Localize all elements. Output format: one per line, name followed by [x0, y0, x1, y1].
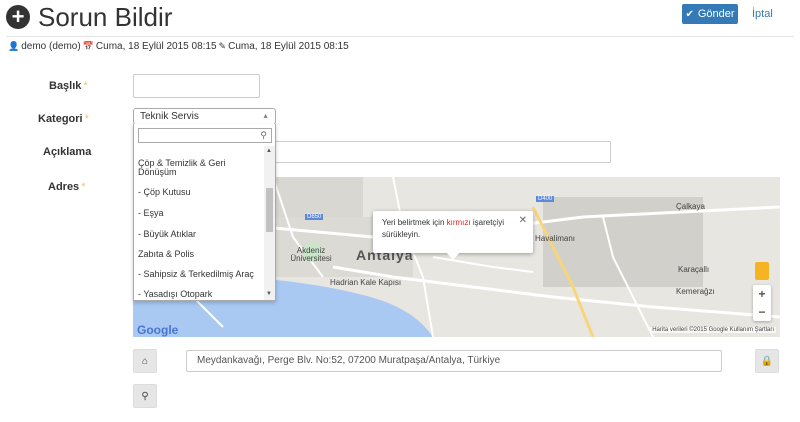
meta-user: demo (demo) [21, 41, 81, 52]
zoom-out-button[interactable]: − [753, 303, 771, 321]
category-select-value: Teknik Servis [140, 111, 199, 122]
map-road-label: D650 [305, 214, 324, 220]
check-icon: ✔ [685, 8, 694, 20]
close-icon[interactable]: ✕ [519, 215, 527, 227]
title-label: Başlık * [49, 80, 88, 92]
street-view-icon[interactable] [755, 262, 769, 280]
map-label: Hadrian Kale Kapısı [330, 278, 402, 287]
description-label: Açıklama [43, 146, 92, 158]
info-text-red: kırmızı [446, 218, 471, 227]
address-input[interactable]: Meydankavağı, Perge Blv. No:52, 07200 Mu… [186, 350, 722, 372]
page-title: + Sorun Bildir [6, 0, 172, 34]
dropdown-item[interactable]: - Çöp Kutusu [134, 187, 262, 197]
dropdown-search-input[interactable]: ⚲ [138, 128, 272, 143]
lock-icon: 🔒 [760, 355, 774, 367]
home-icon: ⌂ [141, 355, 149, 367]
plus-circle-icon: + [6, 5, 30, 29]
search-icon: ⚲ [141, 390, 149, 402]
meta-edited: Cuma, 18 Eylül 2015 08:15 [228, 41, 349, 52]
scroll-down-icon[interactable]: ▼ [266, 291, 272, 297]
scrollbar-thumb[interactable] [266, 188, 273, 232]
map-label: Akdeniz Üniversitesi [290, 246, 332, 263]
info-window-tail [446, 252, 460, 260]
dropdown-item[interactable]: - Sahipsiz & Terkedilmiş Araç [134, 269, 262, 279]
map-info-window: Yeri belirtmek için kırmızı işaretçiyi s… [373, 211, 533, 253]
caret-up-icon: ▲ [262, 113, 269, 120]
info-text-before: Yeri belirtmek için [382, 218, 447, 227]
page-title-text: Sorun Bildir [38, 1, 173, 32]
meta-created: Cuma, 18 Eylül 2015 08:15 [95, 41, 217, 52]
dropdown-item[interactable]: Zabıta & Polis [134, 249, 262, 259]
map-label: Havalimanı [535, 234, 576, 243]
user-icon: 👤 [8, 41, 20, 51]
lock-button[interactable]: 🔒 [755, 349, 779, 373]
dropdown-item[interactable]: - Yasadışı Otopark [134, 289, 262, 299]
home-button[interactable]: ⌂ [133, 349, 157, 373]
search-button[interactable]: ⚲ [133, 384, 157, 408]
map-label: Çalkaya [676, 202, 705, 211]
map-label: Karaçallı [678, 265, 710, 274]
title-input[interactable] [133, 74, 260, 98]
address-label: Adres * [48, 181, 86, 193]
zoom-control: + − [753, 285, 771, 321]
pencil-icon: ✎ [218, 41, 227, 51]
dropdown-item[interactable]: - Eşya [134, 208, 262, 218]
category-select[interactable]: Teknik Servis ▲ [133, 108, 276, 125]
zoom-in-button[interactable]: + [753, 285, 771, 303]
google-logo: Google [137, 323, 179, 337]
meta-info: 👤 demo (demo) 📅 Cuma, 18 Eylül 2015 08:1… [6, 41, 349, 52]
search-icon: ⚲ [260, 130, 267, 140]
dropdown-item[interactable]: - Büyük Atıklar [134, 229, 262, 239]
category-dropdown: ⚲ Çöp & Temizlik & Geri Dönüşüm - Çöp Ku… [133, 124, 276, 301]
cancel-button[interactable]: İptal [752, 8, 773, 20]
map-label: Kemerağzı [676, 287, 715, 296]
header-divider [6, 36, 794, 37]
map-attribution[interactable]: Harita verileri ©2015 Google Kullanım Şa… [650, 327, 776, 333]
category-label: Kategori * [38, 113, 89, 125]
map-road-label: D400 [536, 196, 555, 202]
dropdown-item[interactable]: Dönüşüm [134, 167, 262, 177]
send-button-label: Gönder [697, 8, 735, 20]
dropdown-scrollbar[interactable]: ▲ ▼ [264, 146, 275, 300]
scroll-up-icon[interactable]: ▲ [266, 148, 272, 154]
calendar-icon: 📅 [82, 41, 94, 51]
send-button[interactable]: ✔ Gönder [682, 4, 738, 24]
